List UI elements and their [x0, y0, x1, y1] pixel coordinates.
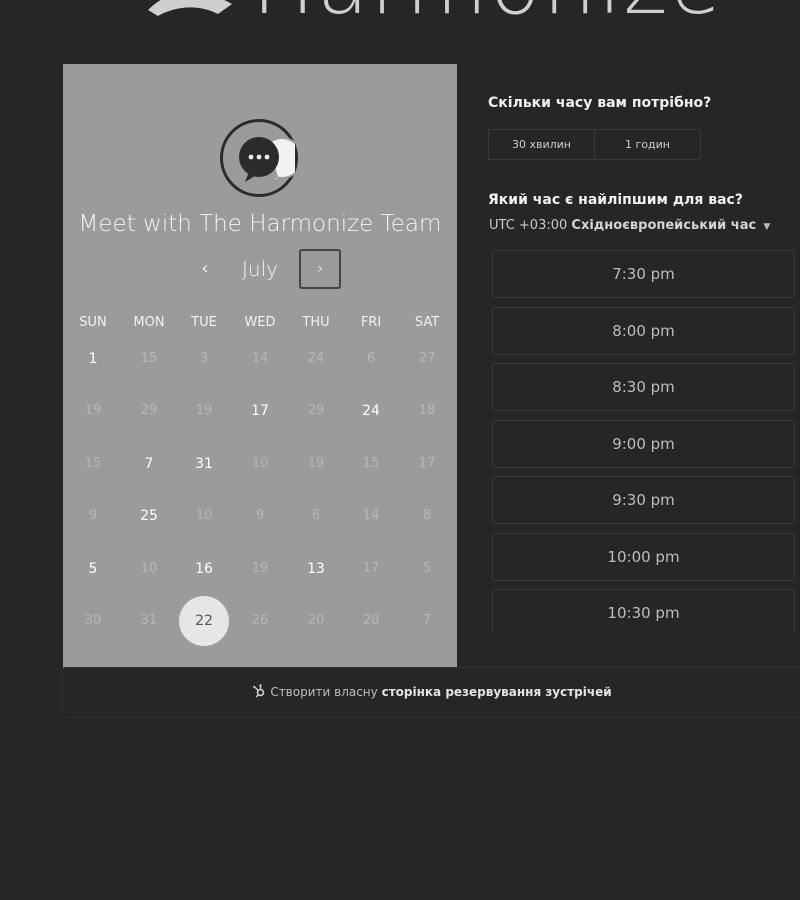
calendar-day: 9: [88, 508, 98, 523]
calendar-day: 3: [199, 351, 209, 366]
calendar-day: 19: [251, 561, 269, 576]
calendar-day: 18: [418, 403, 436, 418]
month-navigation: ‹ July ›: [63, 249, 457, 289]
calendar-day: 10: [140, 561, 158, 576]
calendar-day: 10: [195, 508, 213, 523]
calendar-day[interactable]: 24: [346, 403, 396, 419]
time-slot-button[interactable]: 7:30 pm: [492, 250, 795, 298]
month-label: July: [242, 257, 278, 281]
calendar-day: 8: [422, 508, 432, 523]
calendar-day: 31: [140, 613, 158, 628]
weekday-thu: THU: [302, 315, 330, 330]
calendar-day: 17: [418, 456, 436, 471]
calendar-day[interactable]: 31: [179, 456, 229, 472]
brand-header: Harmonize: [0, 0, 800, 40]
calendar-day[interactable]: 17: [235, 403, 285, 419]
time-slot-button[interactable]: 9:00 pm: [492, 419, 795, 468]
calendar-day: 14: [251, 351, 269, 366]
timezone-offset: UTC +03:00: [489, 218, 568, 233]
brand-name: Harmonize: [252, 0, 723, 26]
calendar-day: 29: [307, 403, 325, 418]
calendar-day: 17: [362, 561, 380, 576]
calendar-panel: Meet with The Harmonize Team ‹ July › SU…: [63, 64, 457, 669]
calendar-day: 10: [251, 456, 269, 471]
timezone-selector[interactable]: UTC +03:00 Східноєвропейський час ▼: [489, 218, 770, 233]
caret-down-icon: ▼: [763, 222, 771, 232]
calendar-day: 6: [366, 351, 376, 366]
weekday-sun: SUN: [79, 315, 107, 330]
calendar-day[interactable]: 25: [124, 508, 174, 524]
calendar-day-selected[interactable]: 22: [179, 596, 229, 646]
calendar-day: 5: [422, 561, 432, 576]
calendar-day: 19: [84, 403, 102, 418]
time-slot-list[interactable]: 7:30 pm 8:00 pm 8:30 pm 9:00 pm 9:30 pm 10:00…: [490, 248, 800, 632]
footer-bar: Створити власну сторінка резервування зу…: [62, 667, 800, 718]
calendar-day: 14: [362, 508, 380, 523]
calendar-day: 6: [311, 508, 321, 523]
calendar-day: 19: [195, 403, 213, 418]
weekday-mon: MON: [133, 315, 165, 330]
weekday-sat: SAT: [414, 315, 440, 330]
calendar-day[interactable]: 13: [291, 561, 341, 577]
timezone-name: Східноєвропейський час: [571, 218, 757, 233]
calendar-day: 20: [307, 613, 325, 628]
calendar-day: 26: [251, 613, 269, 628]
calendar-day: 9: [255, 508, 265, 523]
sprocket-icon: [253, 684, 265, 698]
calendar-day: 24: [307, 351, 325, 366]
brand-logo-icon: [148, 0, 232, 16]
weekday-wed: WED: [244, 315, 276, 330]
footer-prefix: Створити власну: [270, 685, 378, 699]
calendar-day[interactable]: 1: [68, 351, 118, 367]
duration-selector: 30 хвилин 1 годин: [488, 129, 701, 160]
duration-option-30-min[interactable]: 30 хвилин: [489, 130, 594, 159]
calendar-day: 15: [362, 456, 380, 471]
weekday-header: SUN MON TUE WED THU FRI SAT: [63, 315, 457, 333]
time-slot-button[interactable]: 8:30 pm: [492, 363, 795, 411]
duration-option-1-hour[interactable]: 1 годин: [594, 130, 700, 159]
time-slot-button[interactable]: 9:30 pm: [492, 476, 795, 524]
prev-month-button[interactable]: ‹: [190, 249, 220, 289]
calendar-day[interactable]: 5: [68, 561, 118, 577]
next-month-button[interactable]: ›: [299, 249, 341, 289]
calendar-day: 15: [84, 456, 102, 471]
time-question: Який час є найліпшим для вас?: [488, 192, 743, 208]
calendar-day: 29: [140, 403, 158, 418]
time-slot-button[interactable]: 10:30 pm: [492, 589, 795, 632]
time-slot-button[interactable]: 8:00 pm: [492, 306, 795, 355]
calendar-day: 30: [84, 613, 102, 628]
time-slot-button[interactable]: 10:00 pm: [492, 532, 795, 581]
calendar-day[interactable]: 7: [124, 456, 174, 472]
calendar-day: 19: [307, 456, 325, 471]
chat-bubble-icon: [239, 137, 295, 185]
footer-bold-text: сторінка резервування зустрічей: [381, 685, 612, 699]
footer-link[interactable]: Створити власну сторінка резервування зу…: [63, 668, 800, 719]
weekday-fri: FRI: [360, 315, 382, 330]
weekday-tue: TUE: [191, 315, 217, 330]
duration-question: Скільки часу вам потрібно?: [488, 95, 712, 111]
avatar: [220, 119, 298, 197]
calendar-day[interactable]: 16: [179, 561, 229, 577]
calendar-day: 7: [422, 613, 432, 628]
calendar-day: 27: [418, 351, 436, 366]
calendar-day: 20: [362, 613, 380, 628]
calendar-day: 15: [140, 351, 158, 366]
meeting-title: Meet with The Harmonize Team: [78, 211, 442, 237]
